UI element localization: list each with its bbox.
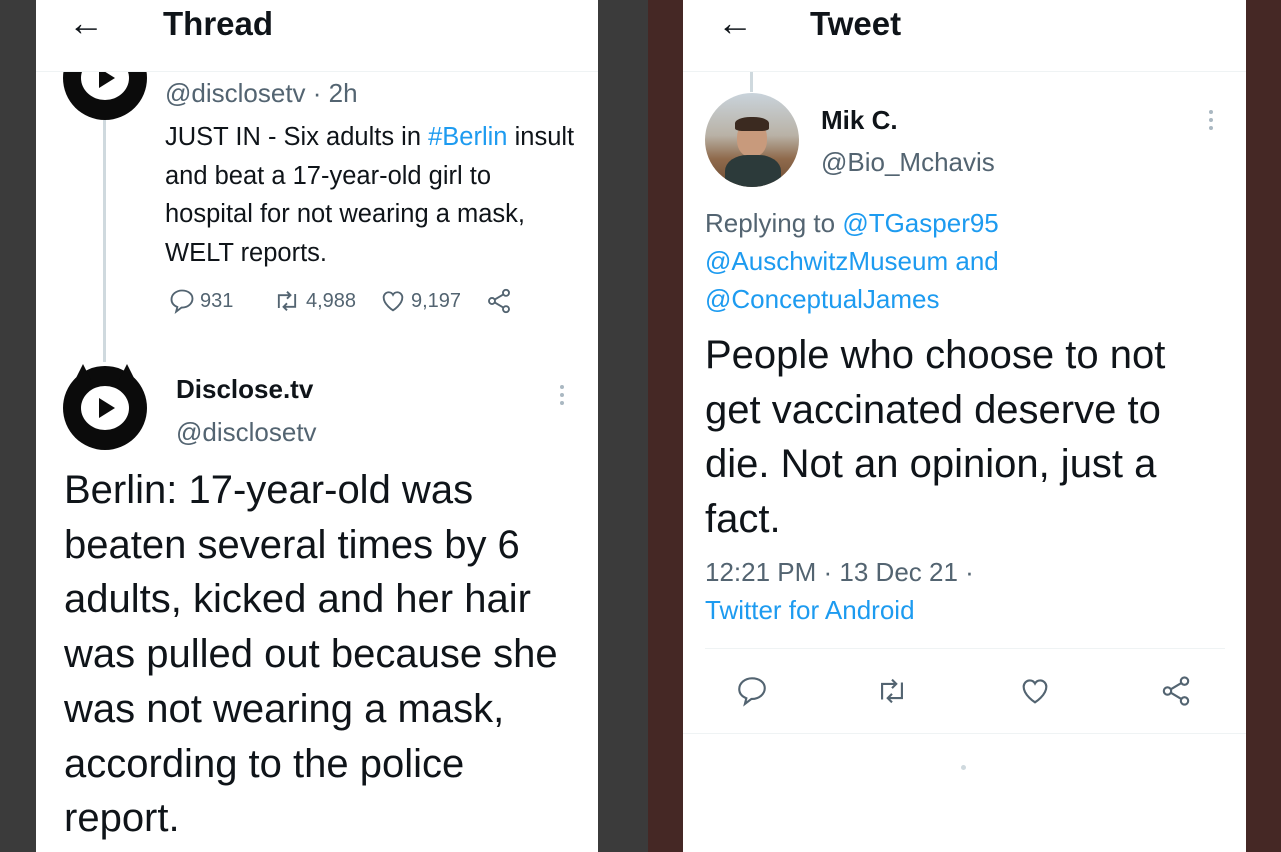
thread-connector-line: [103, 120, 106, 362]
user-handle[interactable]: @Bio_Mchavis: [821, 146, 995, 178]
main-tweet-text: Berlin: 17-year-old was beaten several t…: [64, 468, 558, 841]
more-options-icon[interactable]: [560, 385, 566, 409]
main-tweet-handle[interactable]: @disclosetv: [176, 416, 317, 448]
and-label: and: [948, 246, 999, 276]
retweet-button[interactable]: [875, 674, 909, 713]
disclosetv-avatar[interactable]: [63, 364, 147, 450]
like-count[interactable]: 9,197: [379, 287, 461, 315]
thread-header: ← Thread: [36, 0, 598, 72]
replying-to: Replying to @TGasper95 @AuschwitzMuseum …: [705, 204, 1225, 318]
share-button[interactable]: [1159, 674, 1193, 713]
like-button[interactable]: [1018, 674, 1052, 713]
thread-screen: @disclosetv · 2h JUST IN - Six adults in…: [36, 0, 598, 852]
main-tweet-display-name[interactable]: Disclose.tv: [176, 373, 313, 405]
berlin-hashtag[interactable]: #Berlin: [428, 123, 507, 151]
prev-tweet-handle-time: @disclosetv · 2h: [165, 78, 358, 108]
reply-button[interactable]: [735, 674, 769, 713]
arrow-left-icon[interactable]: ←: [717, 0, 753, 46]
prev-tweet-text: JUST IN - Six adults in #Berlin insult a…: [165, 118, 585, 272]
reply-icon: [738, 677, 766, 707]
mention-tgasper95[interactable]: @TGasper95: [842, 208, 998, 238]
prev-tweet-text-start: JUST IN - Six adults in: [165, 123, 429, 151]
tweet-header: ← Tweet: [683, 0, 1246, 72]
tweet-text: People who choose to not get vaccinated …: [705, 333, 1166, 541]
mention-conceptualjames[interactable]: @ConceptualJames: [705, 284, 940, 314]
arrow-left-icon[interactable]: ←: [68, 0, 104, 46]
page-title: Tweet: [810, 5, 902, 42]
loading-dot: [961, 765, 966, 770]
like-icon: [1022, 679, 1048, 704]
retweet-icon: [277, 291, 297, 311]
tweet-screen: Mik C. @Bio_Mchavis Replying to @TGasper…: [683, 0, 1246, 852]
retweet-count-label: 4,988: [306, 289, 357, 312]
share-icon: [1162, 676, 1190, 706]
share-icon: [488, 288, 510, 314]
share-button[interactable]: [484, 287, 514, 315]
retweet-icon: [881, 678, 903, 704]
reply-icon: [170, 289, 194, 314]
mik-c-avatar[interactable]: [705, 93, 799, 187]
replying-to-label: Replying to: [705, 208, 843, 238]
like-count-label: 9,197: [411, 289, 462, 312]
tweet-source[interactable]: Twitter for Android: [705, 594, 915, 626]
display-name[interactable]: Mik C.: [821, 104, 898, 136]
tweet-timestamp[interactable]: 12:21 PM · 13 Dec 21 ·: [705, 556, 974, 588]
more-options-icon[interactable]: [1209, 110, 1215, 134]
divider: [705, 648, 1225, 649]
thread-connector-line: [750, 70, 753, 92]
page-title: Thread: [163, 5, 274, 42]
divider: [683, 733, 1246, 734]
reply-count-label: 931: [200, 289, 234, 312]
retweet-count[interactable]: 4,988: [272, 287, 356, 315]
mention-auschwitzmuseum[interactable]: @AuschwitzMuseum: [705, 246, 948, 276]
like-icon: [382, 291, 404, 312]
reply-count[interactable]: 931: [168, 287, 233, 315]
